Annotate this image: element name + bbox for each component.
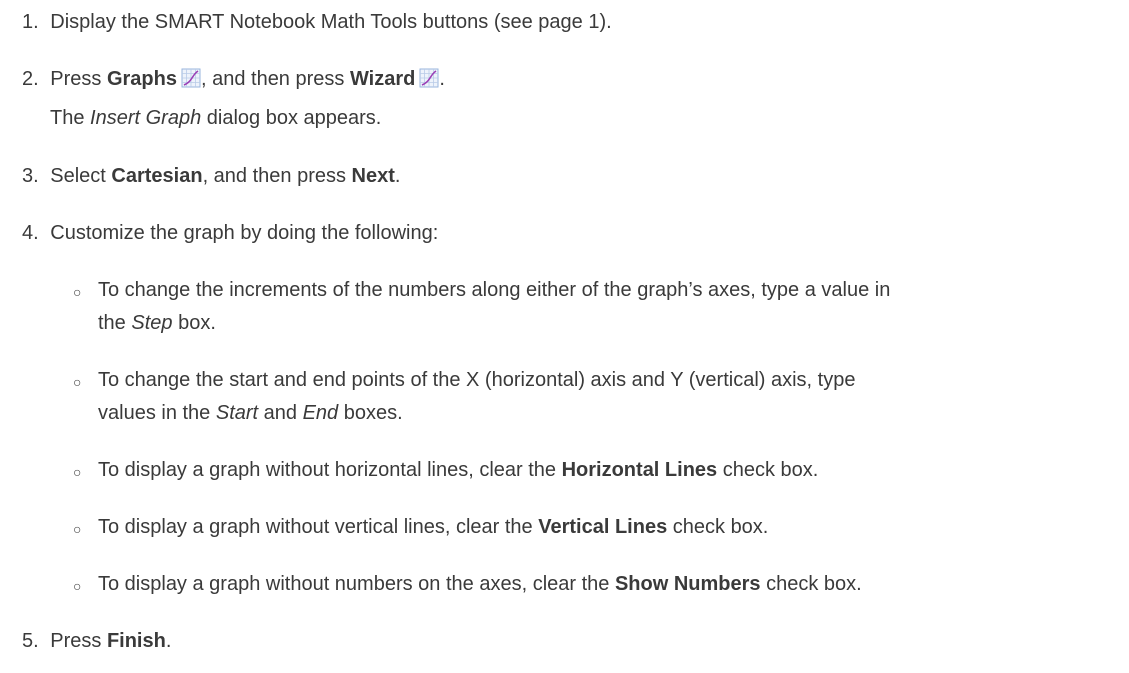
option-name: Show Numbers [614, 573, 761, 595]
document-page: 1. Display the SMART Notebook Math Tools… [0, 0, 1129, 673]
step-5: 5. Press Finish. [22, 629, 171, 653]
field-name: End [302, 402, 339, 424]
bullet-1-line-2: the Step box. [98, 311, 216, 335]
bullet-text: check box. [717, 459, 819, 481]
step-text: . [165, 630, 172, 652]
bullet-marker: ○ [73, 521, 82, 537]
bullet-text: the [98, 312, 132, 334]
step-number: 3. [22, 165, 39, 187]
bullet-text: values in the [98, 402, 216, 424]
option-name: Horizontal Lines [561, 459, 718, 481]
graph-icon [181, 68, 201, 94]
bullet-text: box. [172, 312, 216, 334]
dialog-name: Insert Graph [90, 107, 202, 129]
field-name: Start [215, 402, 259, 424]
step-2-note: The Insert Graph dialog box appears. [50, 106, 381, 130]
next-label: Next [351, 165, 395, 187]
step-3: 3. Select Cartesian, and then press Next… [22, 164, 400, 188]
bullet-text: and [258, 402, 303, 424]
bullet-2-line-1: To change the start and end points of th… [98, 369, 856, 391]
bullet-marker: ○ [73, 578, 82, 594]
step-text: , and then press [200, 68, 350, 90]
bullet-text: To display a graph without vertical line… [98, 516, 539, 538]
step-number: 5. [22, 630, 39, 652]
step-text: Press [50, 630, 107, 652]
note-text: The [50, 107, 91, 129]
bullet-1-line-1: To change the increments of the numbers … [98, 279, 891, 301]
step-text: Press [50, 68, 107, 90]
step-number: 2. [22, 68, 39, 90]
finish-label: Finish [106, 630, 166, 652]
bullet-text: boxes. [338, 402, 403, 424]
step-number: 1. [22, 11, 39, 33]
step-text: Customize the graph by doing the followi… [50, 222, 439, 244]
bullet-2-line-2: values in the Start and End boxes. [98, 401, 403, 425]
field-name: Step [131, 312, 173, 334]
step-1: 1. Display the SMART Notebook Math Tools… [22, 10, 612, 34]
step-text: Select [50, 165, 112, 187]
graphs-label: Graphs [106, 68, 177, 90]
bullet-3: To display a graph without horizontal li… [98, 458, 818, 482]
step-2: 2. Press Graphs , and then press Wizard … [22, 67, 445, 94]
bullet-marker: ○ [73, 284, 82, 300]
bullet-4: To display a graph without vertical line… [98, 515, 768, 539]
step-number: 4. [22, 222, 39, 244]
step-text: , and then press [202, 165, 352, 187]
bullet-text: check box. [760, 573, 862, 595]
step-text: . [394, 165, 401, 187]
option-name: Vertical Lines [538, 516, 668, 538]
bullet-marker: ○ [73, 464, 82, 480]
step-text: Display the SMART Notebook Math Tools bu… [50, 11, 612, 33]
graph-wizard-icon [419, 68, 439, 94]
bullet-5: To display a graph without numbers on th… [98, 572, 862, 596]
step-text: . [439, 68, 445, 90]
bullet-marker: ○ [73, 374, 82, 390]
bullet-text: check box. [667, 516, 769, 538]
bullet-text: To display a graph without horizontal li… [98, 459, 562, 481]
step-4: 4. Customize the graph by doing the foll… [22, 221, 438, 245]
cartesian-label: Cartesian [111, 165, 203, 187]
bullet-text: To display a graph without numbers on th… [98, 573, 615, 595]
note-text: dialog box appears. [201, 107, 382, 129]
wizard-label: Wizard [349, 68, 416, 90]
